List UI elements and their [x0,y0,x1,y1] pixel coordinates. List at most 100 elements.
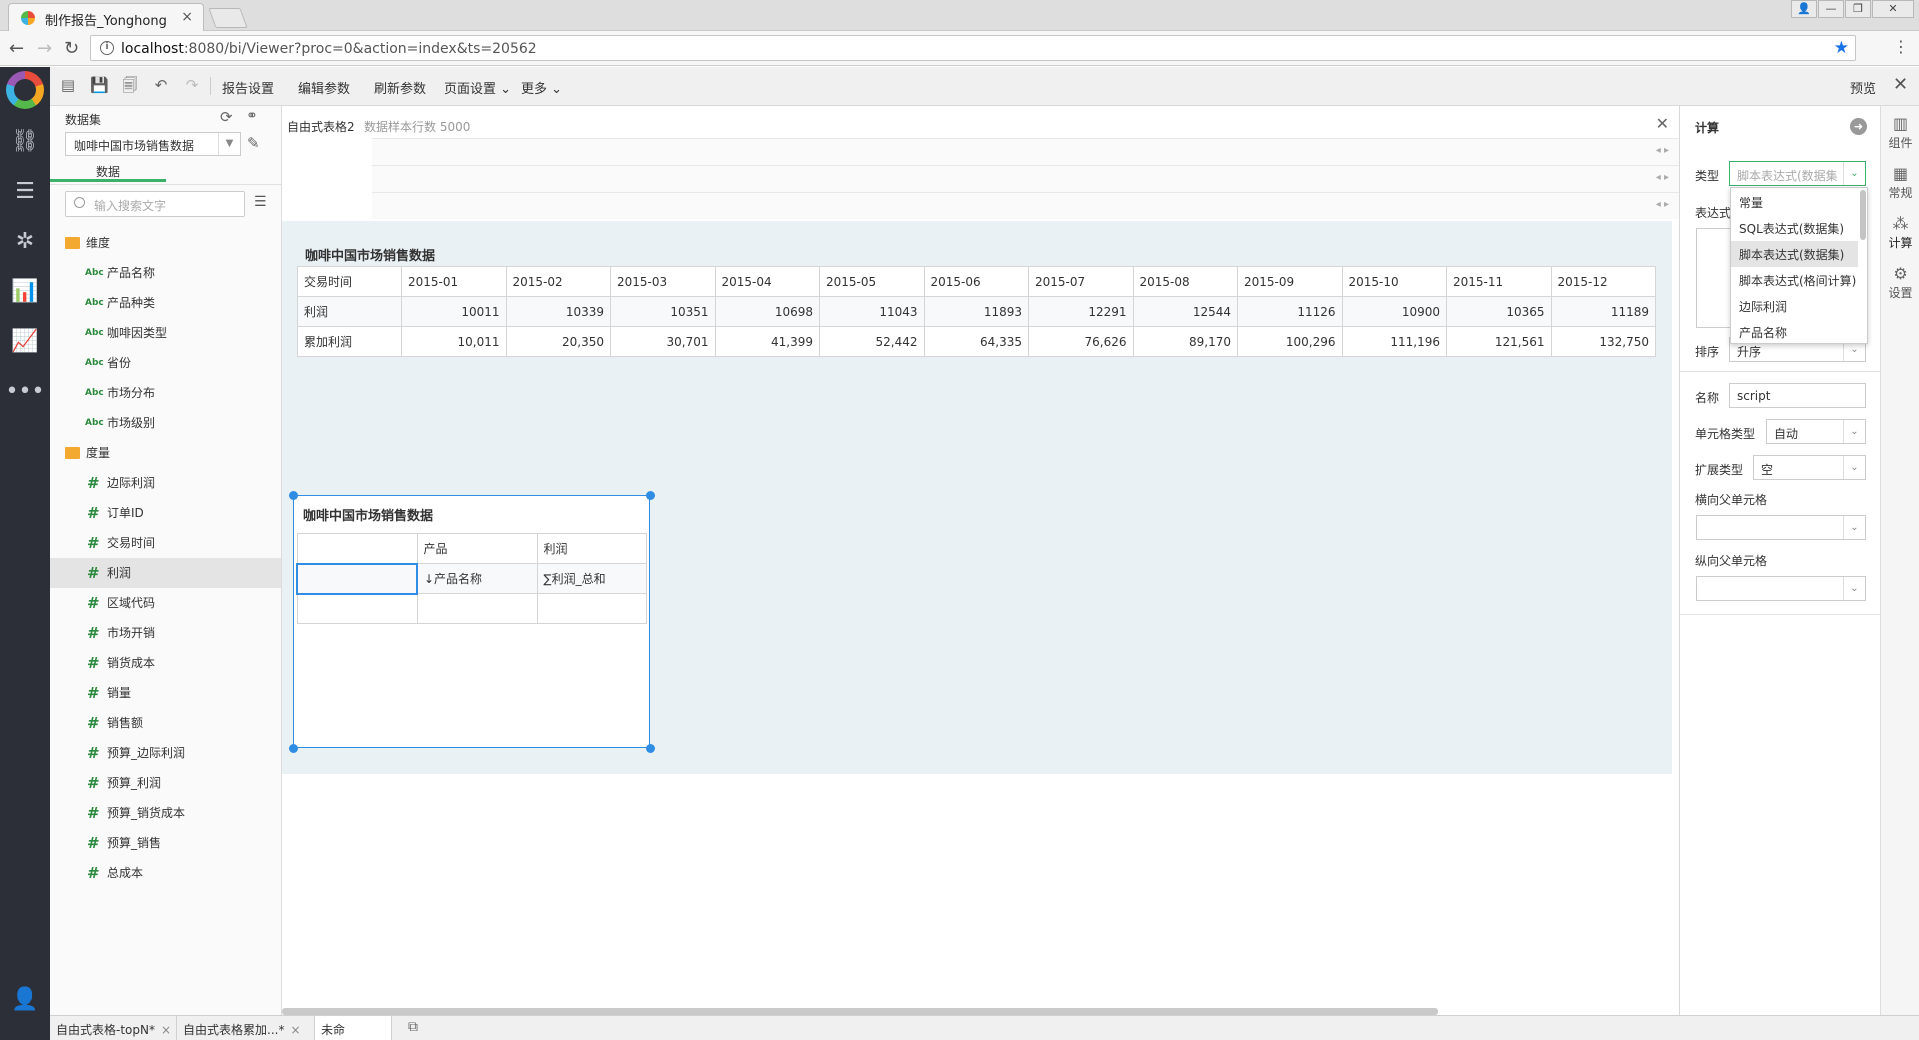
table-cell[interactable]: 52,442 [819,326,925,357]
list-item[interactable]: Abc 省份 [50,348,281,378]
link-dataset-icon[interactable]: ⚭ [246,108,258,124]
list-item[interactable]: # 销货成本 [50,648,281,678]
table-cell[interactable] [296,593,418,624]
table-cell[interactable]: 2015-02 [505,266,611,297]
h-parent-select[interactable]: ⌄ [1696,515,1866,540]
save-as-icon[interactable]: 🗐 [121,76,139,94]
cell-type-select[interactable]: 自动 ⌄ [1766,419,1866,444]
table-cell[interactable]: 100,296 [1237,326,1343,357]
refresh-params-button[interactable]: 刷新参数 [374,78,426,97]
preview-button[interactable]: 预览 [1850,78,1876,97]
dataset-select[interactable]: 咖啡中国市场销售数据 ▼ [65,132,241,156]
tab-calculation[interactable]: ⁂ 计算 [1881,214,1919,251]
new-tab-button[interactable] [208,8,248,28]
undo-icon[interactable]: ↶ [152,76,170,94]
freestyle-table-1[interactable]: 交易时间 2015-01 2015-02 2015-03 2015-04 201… [297,266,1656,357]
table-cell[interactable]: 10339 [505,296,611,327]
table-cell[interactable]: 2015-08 [1132,266,1238,297]
list-item[interactable]: # 预算_边际利润 [50,738,281,768]
list-item[interactable]: # 销量 [50,678,281,708]
table-cell[interactable]: 10351 [610,296,716,327]
list-item[interactable]: Abc 市场分布 [50,378,281,408]
edit-params-button[interactable]: 编辑参数 [298,78,350,97]
dropdown-option[interactable]: 脚本表达式(格间计算) [1731,267,1858,293]
table-cell[interactable]: 11893 [923,296,1029,327]
reload-icon[interactable]: ↻ [64,38,79,59]
type-select[interactable]: 脚本表达式(数据集 ⌄ [1729,161,1866,186]
chart-icon[interactable]: 📊 [0,272,50,312]
table-cell[interactable]: 10,011 [401,326,507,357]
table-cell[interactable]: 2015-06 [923,266,1029,297]
more-button[interactable]: 更多 ⌄ [521,78,562,97]
resize-handle[interactable] [289,491,298,500]
browser-tab[interactable]: 制作报告_Yonghong × [8,3,204,31]
table-cell[interactable]: 2015-01 [401,266,507,297]
list-item[interactable]: # 预算_销货成本 [50,798,281,828]
refresh-icon[interactable]: ⟳ [220,108,233,126]
dropdown-option[interactable]: SQL表达式(数据集) [1731,215,1858,241]
binding-row[interactable]: ◂ ▸ [372,192,1679,219]
table-cell[interactable]: 11043 [819,296,925,327]
table-cell[interactable]: ↓产品名称 [416,563,538,594]
logo-icon[interactable] [6,71,44,109]
list-icon[interactable]: ☰ [0,172,50,212]
search-input[interactable]: 输入搜索文字 [65,191,245,217]
sheet-tab[interactable]: 自由式表格-topN* × [50,1016,177,1040]
table-cell[interactable]: 2015-10 [1341,266,1447,297]
list-item[interactable]: # 订单ID [50,498,281,528]
table-cell[interactable]: 2015-09 [1237,266,1343,297]
table-cell[interactable]: 10698 [714,296,820,327]
sheet-tab[interactable]: 自由式表格累加...* × [177,1016,315,1040]
table-cell[interactable]: 121,561 [1446,326,1552,357]
dropdown-option[interactable]: 边际利润 [1731,293,1858,319]
more-icon[interactable]: ••• [0,372,50,412]
table-cell[interactable]: 111,196 [1341,326,1447,357]
tab-settings[interactable]: ⚙ 设置 [1881,264,1919,301]
resize-handle[interactable] [289,744,298,753]
table-cell[interactable]: 利润 [536,533,647,564]
table-cell[interactable] [296,533,418,564]
browser-menu-icon[interactable]: ⋮ [1893,37,1909,56]
name-field[interactable]: script [1729,383,1866,408]
arrows-icon[interactable]: ◂ ▸ [1656,199,1669,210]
arrows-icon[interactable]: ◂ ▸ [1656,145,1669,156]
table-cell[interactable]: 交易时间 [297,266,402,297]
user-avatar-icon[interactable]: 👤 [0,980,50,1020]
resize-handle[interactable] [646,744,655,753]
expand-type-select[interactable]: 空 ⌄ [1753,455,1866,480]
table-cell[interactable]: 64,335 [923,326,1029,357]
list-item[interactable]: Abc 产品名称 [50,258,281,288]
minimize-button[interactable]: — [1818,0,1844,18]
list-item[interactable]: # 边际利润 [50,468,281,498]
list-item[interactable]: # 预算_利润 [50,768,281,798]
dropdown-scrollbar[interactable] [1860,190,1866,240]
folder-dimensions[interactable]: 维度 [50,228,281,258]
list-item[interactable]: # 销售额 [50,708,281,738]
table-cell[interactable]: ∑利润_总和 [536,563,647,594]
table-cell[interactable]: 利润 [297,296,402,327]
table-cell[interactable]: 2015-12 [1550,266,1656,297]
dropdown-option[interactable]: 产品名称 [1731,319,1858,345]
table-cell[interactable]: 76,626 [1028,326,1134,357]
tab-data[interactable]: 数据 [50,160,166,182]
table-cell[interactable]: 89,170 [1132,326,1238,357]
table-cell[interactable]: 20,350 [505,326,611,357]
close-window-button[interactable]: ✕ [1872,0,1914,18]
table-cell[interactable]: 11189 [1550,296,1656,327]
url-field[interactable]: i localhost:8080/bi/Viewer?proc=0&action… [90,35,1856,61]
table-cell[interactable]: 2015-04 [714,266,820,297]
close-icon[interactable]: × [290,1023,300,1037]
redo-icon[interactable]: ↷ [183,76,201,94]
table-cell[interactable]: 10365 [1446,296,1552,327]
list-item[interactable]: # 预算_销售 [50,828,281,858]
list-item[interactable]: # 交易时间 [50,528,281,558]
list-item[interactable]: # 区域代码 [50,588,281,618]
list-item[interactable]: # 利润 [50,558,281,588]
horizontal-scrollbar[interactable] [282,1008,1438,1015]
table-cell[interactable]: 12291 [1028,296,1134,327]
list-item[interactable]: Abc 咖啡因类型 [50,318,281,348]
arrow-right-icon[interactable]: ➜ [1850,118,1867,135]
table-cell[interactable]: 41,399 [714,326,820,357]
close-icon[interactable]: × [161,1023,171,1037]
dashboard-icon[interactable]: 📈 [0,322,50,362]
